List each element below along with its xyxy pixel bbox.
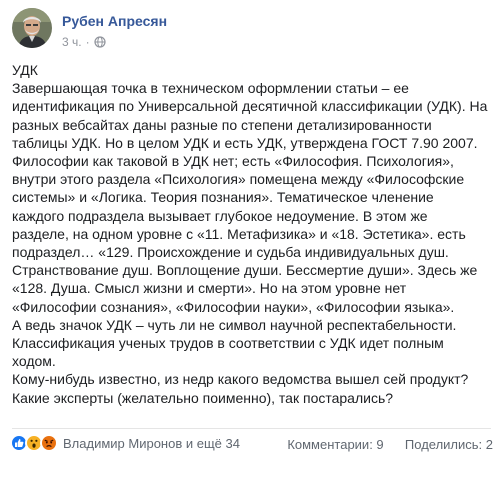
post-text-line: Философии как таковой в УДК нет; есть «Ф… xyxy=(12,153,454,170)
comments-count-link[interactable]: Комментарии: 9 xyxy=(287,437,383,452)
post-text-line: Классификация ученых трудов в соответств… xyxy=(12,335,444,352)
post-text-line: подраздел… «129. Происхождение и судьба … xyxy=(12,244,449,261)
angry-icon xyxy=(40,434,58,452)
post-text-line: системы» и «Логика. Теория познания». Те… xyxy=(12,189,434,206)
post-text-line: таблицы УДК. Но в целом УДК и есть УДК, … xyxy=(12,134,478,151)
post-footer: Владимир Миронов и ещё 34 Комментарии: 9… xyxy=(10,434,493,456)
post-text-line: идентификация по Универсальной десятично… xyxy=(12,98,488,115)
post-text-line: разделе, на одном уровне с «11. Метафизи… xyxy=(12,225,466,242)
post-meta: 3 ч. · xyxy=(62,35,106,49)
post-text-line: каждого подраздела вызывает глубокое нед… xyxy=(12,207,428,224)
post-text-line: Завершающая точка в техническом оформлен… xyxy=(12,80,409,97)
post-text-line: внутри этого раздела «Психология» помеще… xyxy=(12,171,465,188)
footer-divider xyxy=(12,428,491,429)
post-text-line: Какие эксперты (желательно поименно), та… xyxy=(12,389,394,406)
post-text-line: разных вебсайтах даны разные по степени … xyxy=(12,116,432,133)
post-text-line: УДК xyxy=(12,62,38,78)
meta-separator: · xyxy=(85,35,90,49)
globe-icon[interactable] xyxy=(93,36,106,48)
post-text-line: Странствование душ. Воплощение души. Бес… xyxy=(12,262,478,279)
engagement-counts: Комментарии: 9 Поделились: 2 xyxy=(287,437,493,452)
author-name[interactable]: Рубен Апресян xyxy=(62,13,167,29)
reactions-text: Владимир Миронов и ещё 34 xyxy=(63,435,240,451)
post-text-line: А ведь значок УДК – чуть ли не символ на… xyxy=(12,316,457,333)
avatar[interactable] xyxy=(12,8,52,48)
post-timestamp[interactable]: 3 ч. xyxy=(62,35,82,49)
post-body: УДК Завершающая точка в техническом оформ… xyxy=(12,61,498,407)
post-text-line: Кому-нибудь известно, из недр какого вед… xyxy=(12,371,469,388)
feed-post: Рубен Апресян 3 ч. · УДК Завершающая точк… xyxy=(0,0,503,483)
shares-count-link[interactable]: Поделились: 2 xyxy=(405,437,493,452)
post-text-line: «Философии сознания», «Философии науки»,… xyxy=(12,298,455,315)
post-text-line: «128. Душа. Смысл жизни и смерти». Но на… xyxy=(12,280,407,297)
post-text-line: ходом. xyxy=(12,353,56,370)
reactions-summary[interactable]: Владимир Миронов и ещё 34 xyxy=(10,434,240,452)
